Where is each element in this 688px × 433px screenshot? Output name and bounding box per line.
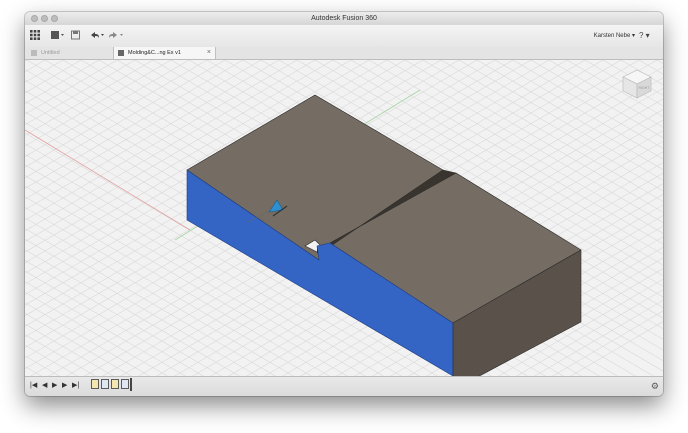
sketch-icon[interactable]: [91, 379, 99, 389]
gear-icon[interactable]: ⚙: [651, 380, 659, 392]
tab-molding-example[interactable]: Molding&C...ng Ex v1 ×: [113, 47, 216, 59]
viewcube-face-label: RIGHT: [639, 86, 651, 90]
extrude-icon[interactable]: [101, 379, 109, 389]
timeline-marker[interactable]: [130, 378, 132, 391]
file-menu-icon[interactable]: [51, 30, 65, 42]
user-menu[interactable]: Karsten Nebe ▾: [594, 30, 635, 42]
save-icon[interactable]: [71, 30, 80, 42]
view-cube[interactable]: RIGHT: [621, 68, 653, 100]
model-view[interactable]: [25, 60, 663, 376]
timeline-bar: |◀ ◀ ▶ ▶ ▶| ⚙: [25, 376, 663, 396]
3d-viewport[interactable]: RIGHT: [25, 60, 663, 376]
redo-icon[interactable]: [108, 30, 124, 42]
help-menu[interactable]: ? ▾: [639, 30, 657, 42]
close-tab-icon[interactable]: ×: [207, 47, 211, 59]
tab-label: Molding&C...ng Ex v1: [128, 50, 181, 56]
document-icon: [31, 50, 37, 56]
grid-line: [25, 366, 42, 376]
grid-line: [25, 323, 114, 376]
app-window: Autodesk Fusion 360 Karsten Nebe ▾ ? ▾ U…: [25, 12, 663, 396]
document-tab-bar: Untitled Molding&C...ng Ex v1 ×: [25, 47, 663, 60]
sketch-icon[interactable]: [111, 379, 119, 389]
extrude-icon[interactable]: [121, 379, 129, 389]
tab-label: Untitled: [41, 50, 60, 56]
main-toolbar: Karsten Nebe ▾ ? ▾: [25, 25, 663, 48]
play-icon[interactable]: ▶: [52, 381, 57, 391]
grid-icon[interactable]: [30, 30, 40, 42]
grid-line: [656, 60, 663, 64]
zoom-window-button[interactable]: [51, 15, 58, 22]
close-window-button[interactable]: [31, 15, 38, 22]
window-title: Autodesk Fusion 360: [311, 15, 377, 22]
first-icon[interactable]: |◀: [30, 381, 37, 391]
prev-icon[interactable]: ◀: [42, 381, 47, 391]
document-icon: [118, 50, 124, 56]
minimize-window-button[interactable]: [41, 15, 48, 22]
next-icon[interactable]: ▶: [62, 381, 67, 391]
undo-icon[interactable]: [88, 30, 104, 42]
grid-line: [25, 281, 186, 376]
tab-untitled[interactable]: Untitled: [27, 47, 113, 59]
title-bar: Autodesk Fusion 360: [25, 12, 663, 25]
last-icon[interactable]: ▶|: [72, 381, 79, 391]
